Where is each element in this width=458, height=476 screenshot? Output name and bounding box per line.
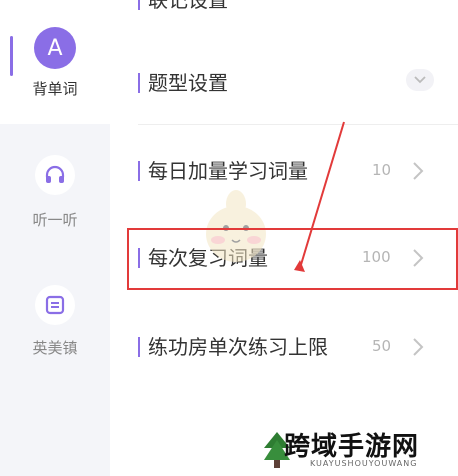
row-marker xyxy=(138,337,140,357)
sidebar-item-listen[interactable]: 听一听 xyxy=(0,155,110,230)
chevron-right-icon xyxy=(413,162,424,180)
row-title: 题型设置 xyxy=(148,71,228,95)
sidebar-item-label: 英美镇 xyxy=(32,339,78,357)
sidebar-item-label: 听一听 xyxy=(32,211,78,229)
chevron-down-icon xyxy=(414,76,426,84)
setting-row-question-type[interactable]: 题型设置 xyxy=(110,53,458,113)
expand-toggle[interactable] xyxy=(406,69,434,91)
watermark-subtitle: KUAYUSHOUYOUWANG xyxy=(310,459,418,468)
letter-a-icon: A xyxy=(34,27,76,69)
headphones-icon xyxy=(35,155,75,195)
row-marker xyxy=(138,73,140,93)
row-marker xyxy=(138,161,140,181)
annotation-arrow xyxy=(294,121,345,272)
row-title: 练功房单次练习上限 xyxy=(148,335,328,359)
setting-row-practice-limit[interactable]: 练功房单次练习上限 50 xyxy=(110,317,458,377)
row-marker xyxy=(138,0,140,10)
site-watermark: 跨域手游网 KUAYUSHOUYOUWANG xyxy=(262,424,458,476)
row-value: 10 xyxy=(372,161,392,179)
watermark-title: 跨域手游网 xyxy=(284,432,420,462)
sidebar-item-town[interactable]: 英美镇 xyxy=(0,285,110,358)
row-title: 联记设置 xyxy=(148,0,228,12)
sidebar: A 背单词 听一听 英美镇 xyxy=(0,0,110,476)
setting-row-memory[interactable]: 联记设置 xyxy=(110,0,458,30)
row-value: 50 xyxy=(372,337,392,355)
chevron-right-icon xyxy=(413,338,424,356)
sidebar-item-words[interactable]: A 背单词 xyxy=(0,27,110,99)
town-icon xyxy=(35,285,75,325)
sidebar-item-label: 背单词 xyxy=(32,80,78,98)
